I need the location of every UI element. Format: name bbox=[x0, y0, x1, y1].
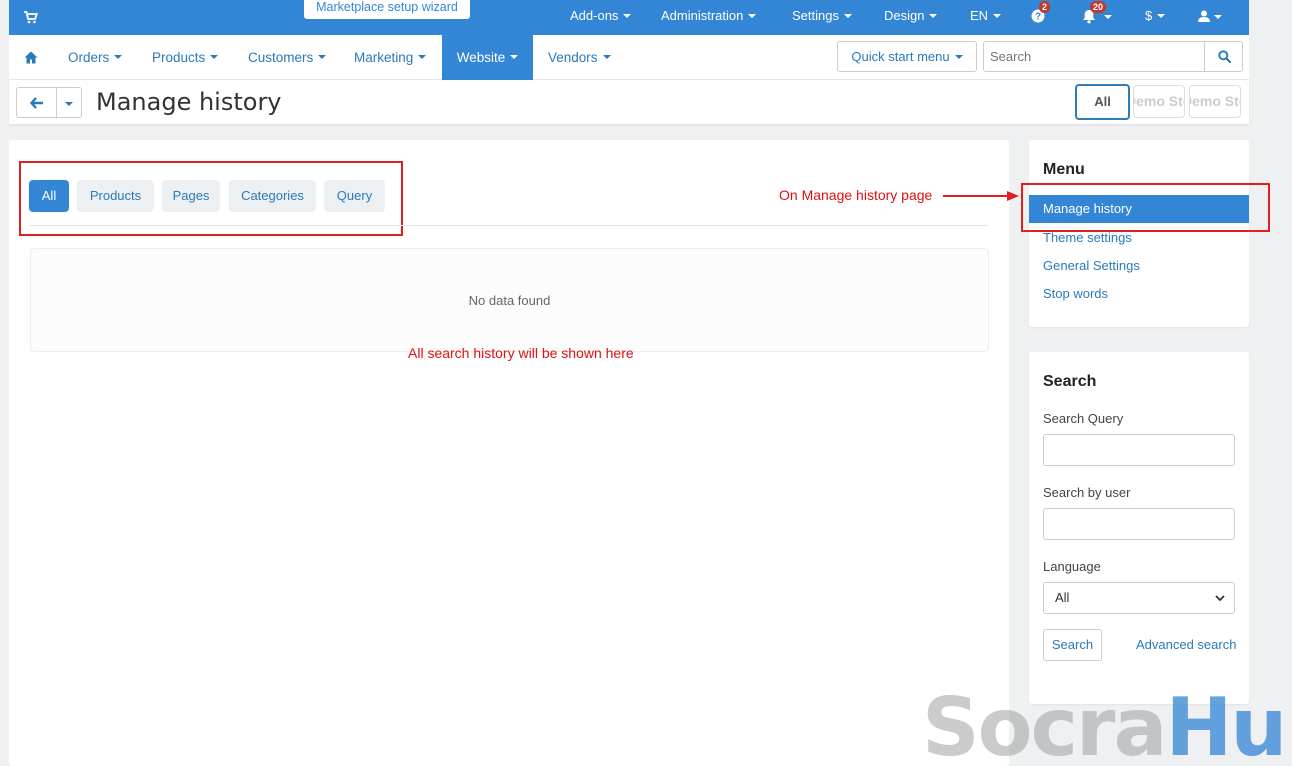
topbar-item-label: EN bbox=[970, 8, 989, 23]
user-icon bbox=[1198, 10, 1210, 22]
caret-down-icon bbox=[1104, 15, 1112, 19]
back-button[interactable] bbox=[16, 87, 57, 118]
nav-item-label: Website bbox=[456, 50, 506, 65]
quick-start-menu-button[interactable]: Quick start menu bbox=[837, 41, 977, 72]
language-selected-value: All bbox=[1055, 590, 1070, 605]
home-icon[interactable] bbox=[24, 51, 38, 64]
caret-down-icon bbox=[954, 54, 963, 59]
title-bar: Manage history All Demo Store Demo Store bbox=[9, 80, 1249, 124]
tab-query[interactable]: Query bbox=[324, 180, 385, 212]
caret-down-icon bbox=[510, 55, 519, 60]
search-icon bbox=[1218, 50, 1231, 63]
menu-annotation-text: On Manage history page bbox=[779, 187, 933, 203]
logo-part-2: Hub bbox=[1165, 681, 1292, 766]
arrow-left-icon bbox=[30, 97, 43, 109]
divider bbox=[29, 225, 989, 226]
caret-down-icon bbox=[114, 55, 123, 60]
currency-label: $ bbox=[1145, 8, 1153, 23]
search-button[interactable] bbox=[1204, 41, 1243, 72]
cart-icon[interactable] bbox=[23, 9, 39, 25]
svg-text:?: ? bbox=[1035, 12, 1041, 23]
tab-categories[interactable]: Categories bbox=[229, 180, 316, 212]
topbar-item-label: Design bbox=[884, 8, 925, 23]
nav-marketing[interactable]: Marketing bbox=[354, 35, 427, 80]
tab-products[interactable]: Products bbox=[77, 180, 154, 212]
search-input[interactable] bbox=[983, 41, 1205, 72]
storefront-all-button[interactable]: All bbox=[1075, 84, 1130, 120]
list-annotation-text: All search history will be shown here bbox=[408, 345, 634, 361]
help-menu[interactable]: ? 2 bbox=[1031, 0, 1055, 35]
sidebar-item-general-settings[interactable]: General Settings bbox=[1043, 258, 1140, 273]
caret-down-icon bbox=[318, 55, 327, 60]
annotation-arrow bbox=[943, 191, 1019, 201]
caret-down-icon bbox=[65, 101, 73, 106]
topbar-item-label: Settings bbox=[792, 8, 839, 23]
nav-item-label: Marketing bbox=[354, 50, 414, 65]
topbar-administration-menu[interactable]: Administration bbox=[661, 0, 757, 35]
caret-down-icon bbox=[623, 13, 632, 18]
user-menu[interactable] bbox=[1198, 0, 1228, 35]
nav-orders[interactable]: Orders bbox=[68, 35, 123, 80]
nav-website[interactable]: Website bbox=[442, 35, 533, 80]
nav-products[interactable]: Products bbox=[152, 35, 219, 80]
back-dropdown-button[interactable] bbox=[56, 87, 82, 118]
storefront-button[interactable]: Demo Store bbox=[1133, 85, 1185, 118]
help-badge: 2 bbox=[1039, 1, 1051, 13]
history-panel: All Products Pages Categories Query No d… bbox=[9, 140, 1009, 766]
sidebar-search-button[interactable]: Search bbox=[1043, 629, 1102, 661]
caret-down-icon bbox=[210, 55, 219, 60]
topbar-addons-menu[interactable]: Add-ons bbox=[570, 0, 632, 35]
storefront-button[interactable]: Demo Store bbox=[1189, 85, 1241, 118]
caret-down-icon bbox=[1214, 15, 1222, 19]
nav-customers[interactable]: Customers bbox=[248, 35, 327, 80]
nav-vendors[interactable]: Vendors bbox=[548, 35, 611, 80]
language-select[interactable]: All bbox=[1043, 582, 1235, 614]
sidebar-menu: Menu Manage history Theme settings Gener… bbox=[1029, 140, 1249, 327]
tab-pages[interactable]: Pages bbox=[162, 180, 220, 212]
notifications-menu[interactable]: 20 bbox=[1082, 0, 1118, 35]
empty-state-text: No data found bbox=[468, 293, 551, 308]
sidebar-item-stop-words[interactable]: Stop words bbox=[1043, 286, 1108, 301]
page-title: Manage history bbox=[96, 88, 282, 116]
search-by-user-input[interactable] bbox=[1043, 508, 1235, 540]
sidebar-item-theme-settings[interactable]: Theme settings bbox=[1043, 230, 1132, 245]
logo-part-1: Socra bbox=[922, 681, 1167, 766]
caret-down-icon bbox=[929, 13, 938, 18]
topbar-item-label: Add-ons bbox=[570, 8, 619, 23]
history-list: No data found bbox=[30, 248, 989, 352]
chevron-down-icon bbox=[1215, 595, 1225, 602]
advanced-search-link[interactable]: Advanced search bbox=[1136, 637, 1236, 652]
search-by-user-label: Search by user bbox=[1043, 485, 1131, 500]
nav-item-label: Vendors bbox=[548, 50, 598, 65]
caret-down-icon bbox=[843, 13, 852, 18]
caret-down-icon bbox=[748, 13, 757, 18]
socrahub-logo: SocraHub bbox=[922, 688, 1292, 766]
caret-down-icon bbox=[1157, 13, 1166, 18]
sidebar-search-heading: Search bbox=[1043, 373, 1097, 390]
top-bar: Marketplace setup wizard Add-ons Adminis… bbox=[9, 0, 1249, 35]
nav-item-label: Orders bbox=[68, 50, 110, 65]
sidebar-menu-heading: Menu bbox=[1043, 161, 1085, 178]
nav-item-label: Products bbox=[152, 50, 206, 65]
quick-start-label: Quick start menu bbox=[851, 49, 950, 64]
notifications-badge: 20 bbox=[1090, 1, 1107, 13]
marketplace-setup-wizard-button[interactable]: Marketplace setup wizard bbox=[304, 0, 470, 19]
search-query-label: Search Query bbox=[1043, 411, 1124, 426]
caret-down-icon bbox=[418, 55, 427, 60]
main-navigation: Orders Products Customers Marketing Webs… bbox=[9, 35, 1249, 80]
language-label: Language bbox=[1043, 559, 1101, 574]
nav-item-label: Customers bbox=[248, 50, 314, 65]
topbar-language-menu[interactable]: EN bbox=[970, 0, 1002, 35]
caret-down-icon bbox=[602, 55, 611, 60]
caret-down-icon bbox=[993, 13, 1002, 18]
menu-annotation-box bbox=[1021, 183, 1270, 232]
topbar-item-label: Administration bbox=[661, 8, 744, 23]
sidebar-search: Search Search Query Search by user Langu… bbox=[1029, 352, 1249, 704]
tab-all[interactable]: All bbox=[29, 180, 69, 212]
search-query-input[interactable] bbox=[1043, 434, 1235, 466]
currency-menu[interactable]: $ bbox=[1145, 0, 1166, 35]
topbar-settings-menu[interactable]: Settings bbox=[792, 0, 852, 35]
topbar-design-menu[interactable]: Design bbox=[884, 0, 938, 35]
